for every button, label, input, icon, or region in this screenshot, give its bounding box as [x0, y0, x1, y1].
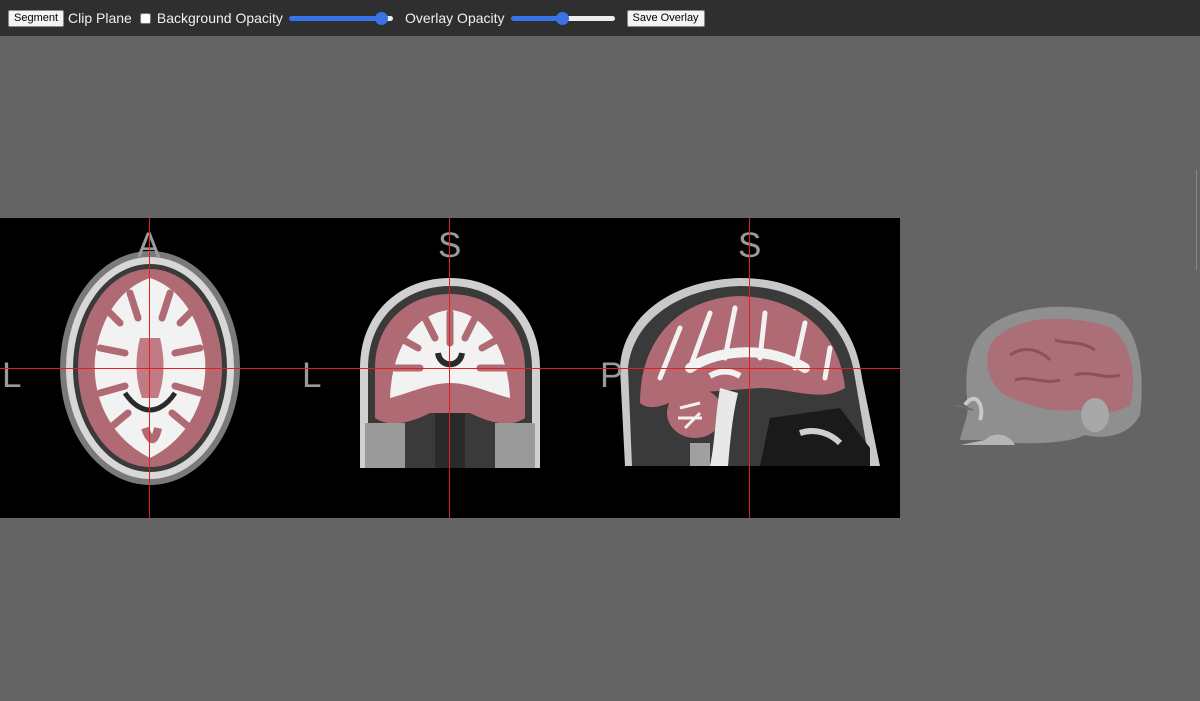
- save-overlay-button[interactable]: Save Overlay: [626, 9, 705, 27]
- clip-plane-checkbox[interactable]: [139, 12, 151, 24]
- crosshair-horizontal: [0, 368, 900, 369]
- 3d-head-render: [954, 306, 1142, 445]
- clip-plane-label: Clip Plane: [68, 10, 132, 26]
- overlay-opacity-label: Overlay Opacity: [404, 10, 505, 26]
- 3d-render-view[interactable]: [954, 295, 1145, 455]
- background-opacity-slider[interactable]: [288, 15, 393, 21]
- window-edge: [1196, 170, 1200, 270]
- background-opacity-label: Background Opacity: [156, 10, 283, 26]
- overlay-opacity-slider[interactable]: [510, 15, 615, 21]
- axial-orientation-left: L: [2, 356, 22, 395]
- coronal-orientation-left: L: [302, 356, 322, 395]
- slice-view-strip[interactable]: A L S L: [0, 218, 900, 518]
- segment-button[interactable]: Segment: [8, 9, 65, 27]
- toolbar: Segment Clip Plane Background Opacity Ov…: [0, 0, 1200, 36]
- sagittal-orientation-left: P: [600, 356, 624, 395]
